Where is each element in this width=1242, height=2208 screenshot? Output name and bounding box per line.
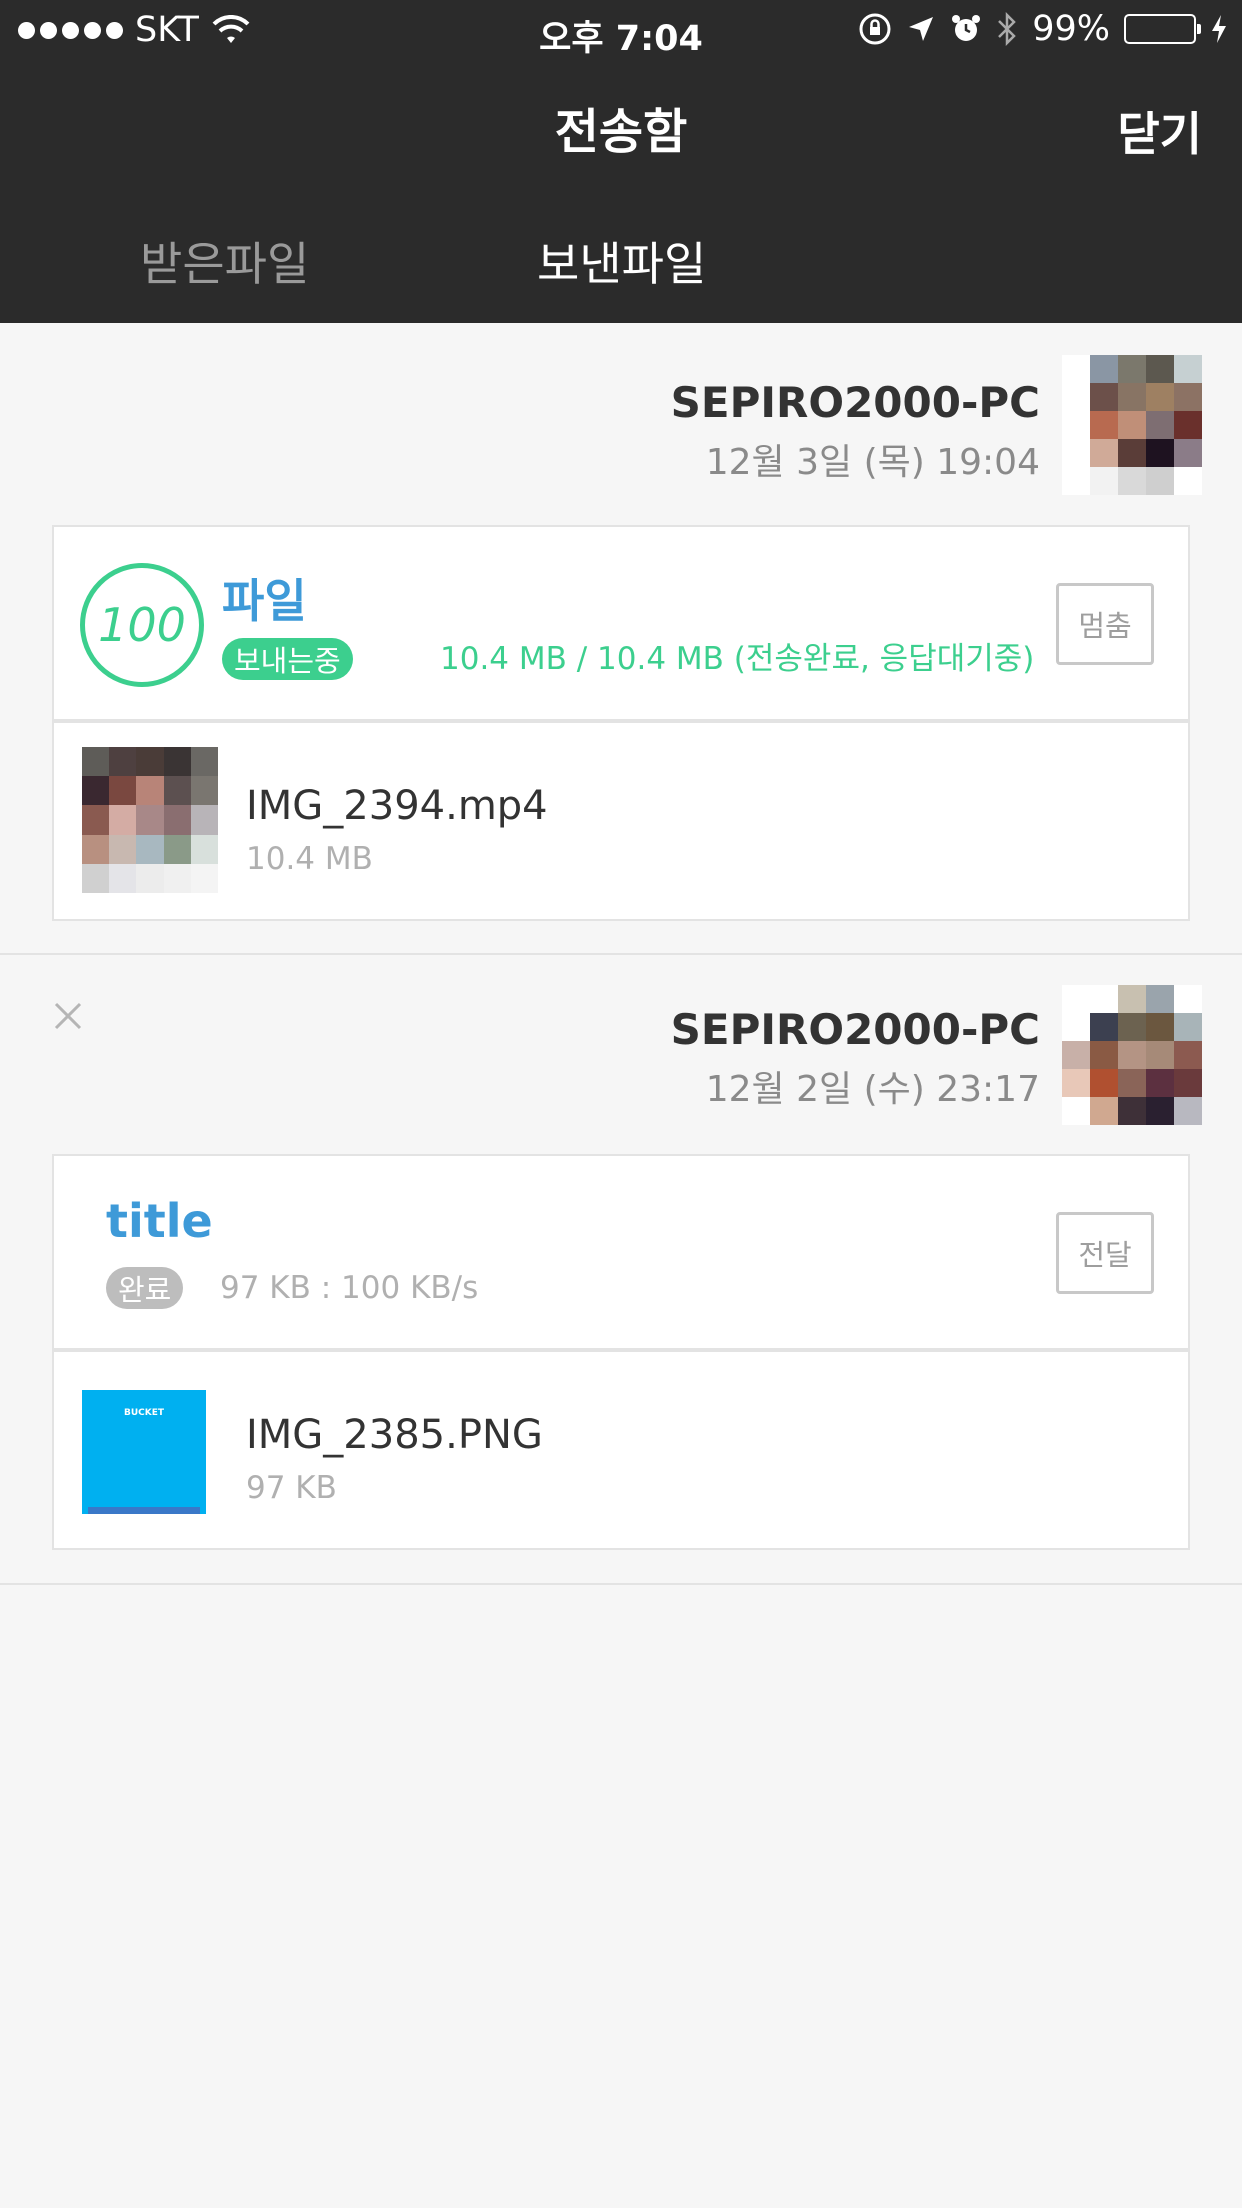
transfer-status: 10.4 MB / 10.4 MB (전송완료, 응답대기중) [440,641,1035,677]
bluetooth-icon [998,12,1016,46]
alarm-icon [952,15,981,41]
location-icon [909,17,934,41]
status-right: 99% [858,9,1228,49]
file-name: IMG_2385.PNG [246,1412,543,1458]
section-divider [0,1583,1242,1585]
status-bar: SKT 오후 7:04 99% [0,0,1242,60]
delete-icon[interactable] [52,1000,84,1032]
device-name: SEPIRO2000-PC [670,378,1040,427]
transfer-card[interactable]: 100 파일 보내는중 10.4 MB / 10.4 MB (전송완료, 응답대… [52,525,1190,721]
thumbnail-bar [88,1507,200,1514]
status-badge: 완료 [106,1267,184,1309]
battery-percent: 99% [1032,9,1110,49]
tab-sent-files[interactable]: 보낸파일 [537,228,706,294]
avatar [1062,985,1202,1125]
transfer-date: 12월 2일 (수) 23:17 [705,1069,1040,1110]
section-divider [0,953,1242,955]
orientation-lock-icon [859,13,891,45]
tab-bar: 받은파일 보낸파일 [0,228,1242,291]
file-row[interactable]: IMG_2394.mp4 10.4 MB [52,721,1190,921]
transfer-date: 12월 3일 (목) 19:04 [705,442,1040,483]
file-name: IMG_2394.mp4 [246,783,548,829]
status-badge: 보내는중 [222,638,353,680]
page-title: 전송함 [554,104,688,160]
battery-icon [1124,14,1201,44]
close-button[interactable]: 닫기 [1117,98,1202,164]
transfer-title: title [106,1194,213,1248]
file-thumbnail [82,747,218,893]
file-row[interactable]: BUCKET IMG_2385.PNG 97 KB [52,1350,1190,1550]
transfer-title: 파일 [222,574,307,628]
top-bar: SKT 오후 7:04 99% 전송함 닫기 받은파일 보낸파일 [0,0,1242,323]
tab-received-files[interactable]: 받은파일 [140,228,309,294]
pause-button[interactable]: 멈춤 [1056,583,1154,665]
avatar [1062,355,1202,495]
thumbnail-text: BUCKET [123,1408,165,1418]
charging-icon [1212,15,1226,43]
file-thumbnail: BUCKET [82,1390,206,1514]
file-size: 97 KB [246,1470,337,1506]
device-name: SEPIRO2000-PC [670,1005,1040,1054]
progress-indicator: 100 [80,563,204,687]
forward-button[interactable]: 전달 [1056,1212,1154,1294]
file-size: 10.4 MB [246,841,373,877]
transfer-card[interactable]: title 완료 97 KB : 100 KB/s 전달 [52,1154,1190,1350]
transfer-status: 97 KB : 100 KB/s [220,1270,479,1306]
